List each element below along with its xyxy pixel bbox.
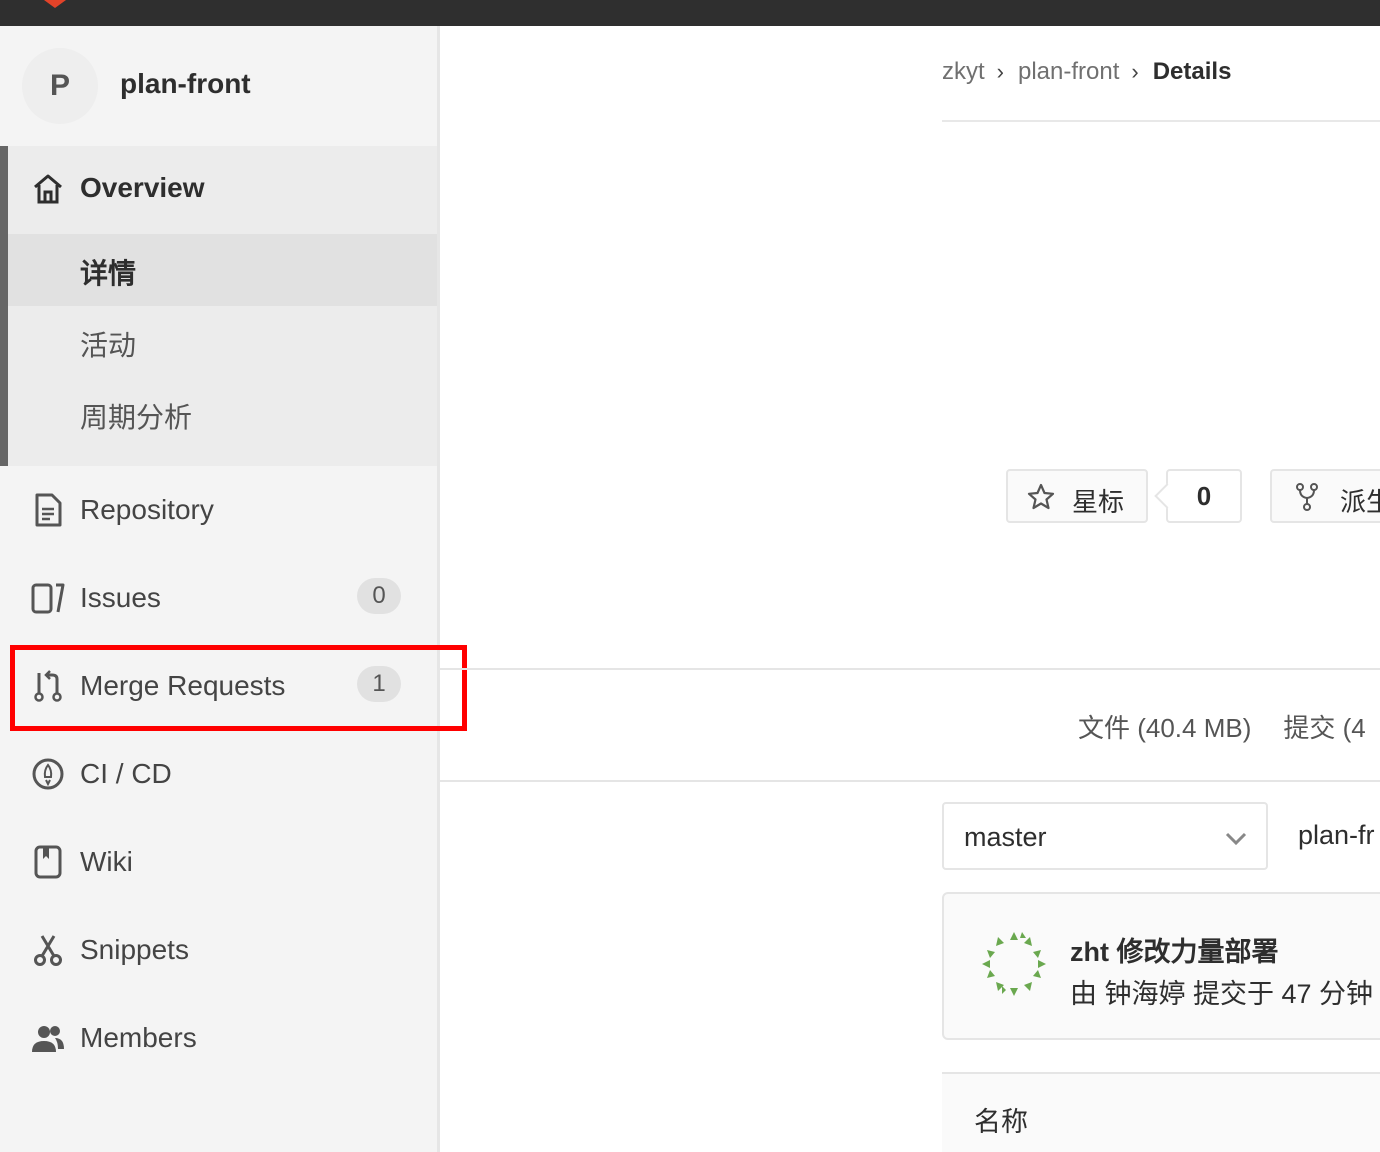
project-stats: 文件 (40.4 MB) 提交 (4	[1078, 708, 1366, 745]
sidebar-item-label: Members	[80, 1022, 197, 1053]
sidebar-item-overview[interactable]: Overview	[8, 146, 437, 234]
star-icon	[1027, 483, 1055, 510]
commit-title-link[interactable]: zht 修改力量部署	[1070, 930, 1279, 969]
fork-button-label: 派生	[1340, 487, 1380, 517]
files-stat-link[interactable]: 文件 (40.4 MB)	[1078, 713, 1251, 743]
star-button[interactable]: 星标	[1006, 469, 1148, 523]
name-column-header: 名称	[974, 1107, 1028, 1137]
breadcrumb-group-link[interactable]: zkyt	[942, 58, 985, 86]
chevron-down-icon	[1225, 832, 1247, 846]
users-icon	[32, 1026, 64, 1052]
book-icon	[34, 845, 62, 879]
divider	[440, 780, 1380, 782]
sidebar-subitem-label: 详情	[80, 258, 137, 289]
rocket-icon	[32, 758, 64, 790]
sidebar-item-label: Overview	[80, 172, 205, 203]
star-count-value: 0	[1196, 480, 1212, 511]
commits-stat-link[interactable]: 提交 (4	[1283, 713, 1365, 743]
project-name[interactable]: plan-front	[120, 68, 251, 100]
fork-button[interactable]: 派生	[1270, 469, 1380, 523]
issues-icon	[31, 583, 65, 614]
highlight-box	[10, 645, 467, 731]
last-commit-panel: zht 修改力量部署 由 钟海婷 提交于 47 分钟	[942, 892, 1380, 1040]
sidebar-item-label: Wiki	[80, 846, 133, 877]
sidebar-subitem-details[interactable]: 详情	[8, 234, 437, 306]
overview-section: Overview 详情 活动 周期分析	[0, 146, 437, 466]
sidebar: P plan-front Overview 详情 活动 周期分析 Reposit…	[0, 26, 440, 1152]
sidebar-item-wiki[interactable]: Wiki	[0, 818, 437, 906]
top-navbar	[0, 0, 1380, 26]
file-icon	[35, 493, 62, 527]
sidebar-subitem-cycle-analytics[interactable]: 周期分析	[8, 378, 437, 450]
project-avatar: P	[22, 48, 98, 124]
identicon-avatar	[982, 932, 1046, 996]
sidebar-subitem-label: 活动	[80, 330, 137, 361]
file-table-header: 名称	[942, 1072, 1380, 1152]
sidebar-item-label: Snippets	[80, 934, 189, 965]
commit-meta: 由 钟海婷 提交于 47 分钟	[1070, 979, 1374, 1009]
sidebar-subitem-label: 周期分析	[80, 402, 193, 433]
sidebar-item-label: Issues	[80, 582, 161, 613]
breadcrumb-divider	[942, 120, 1380, 122]
scissors-icon	[34, 935, 62, 966]
sidebar-item-issues[interactable]: Issues 0	[0, 554, 437, 642]
project-header[interactable]: P plan-front	[0, 26, 437, 146]
chevron-right-icon: ›	[1131, 59, 1139, 84]
breadcrumb: zkyt › plan-front › Details	[942, 58, 1231, 86]
sidebar-item-repository[interactable]: Repository	[0, 466, 437, 554]
sidebar-item-ci-cd[interactable]: CI / CD	[0, 730, 437, 818]
sidebar-item-members[interactable]: Members	[0, 994, 437, 1082]
repo-path-breadcrumb[interactable]: plan-fr	[1298, 820, 1375, 851]
breadcrumb-project-link[interactable]: plan-front	[1018, 58, 1119, 86]
issues-count-badge: 0	[357, 578, 401, 614]
home-icon	[34, 174, 62, 204]
chevron-right-icon: ›	[996, 59, 1004, 84]
branch-select[interactable]: master	[942, 802, 1268, 870]
breadcrumb-current[interactable]: Details	[1153, 58, 1232, 86]
sidebar-item-label: CI / CD	[80, 758, 172, 789]
branch-select-value: master	[964, 822, 1047, 852]
fork-icon	[1296, 483, 1318, 511]
gitlab-logo-icon[interactable]	[44, 0, 66, 8]
divider	[440, 668, 1380, 670]
sidebar-subitem-activity[interactable]: 活动	[8, 306, 437, 378]
sidebar-item-snippets[interactable]: Snippets	[0, 906, 437, 994]
sidebar-item-label: Repository	[80, 494, 214, 525]
star-count[interactable]: 0	[1166, 469, 1242, 523]
star-button-label: 星标	[1072, 487, 1125, 517]
